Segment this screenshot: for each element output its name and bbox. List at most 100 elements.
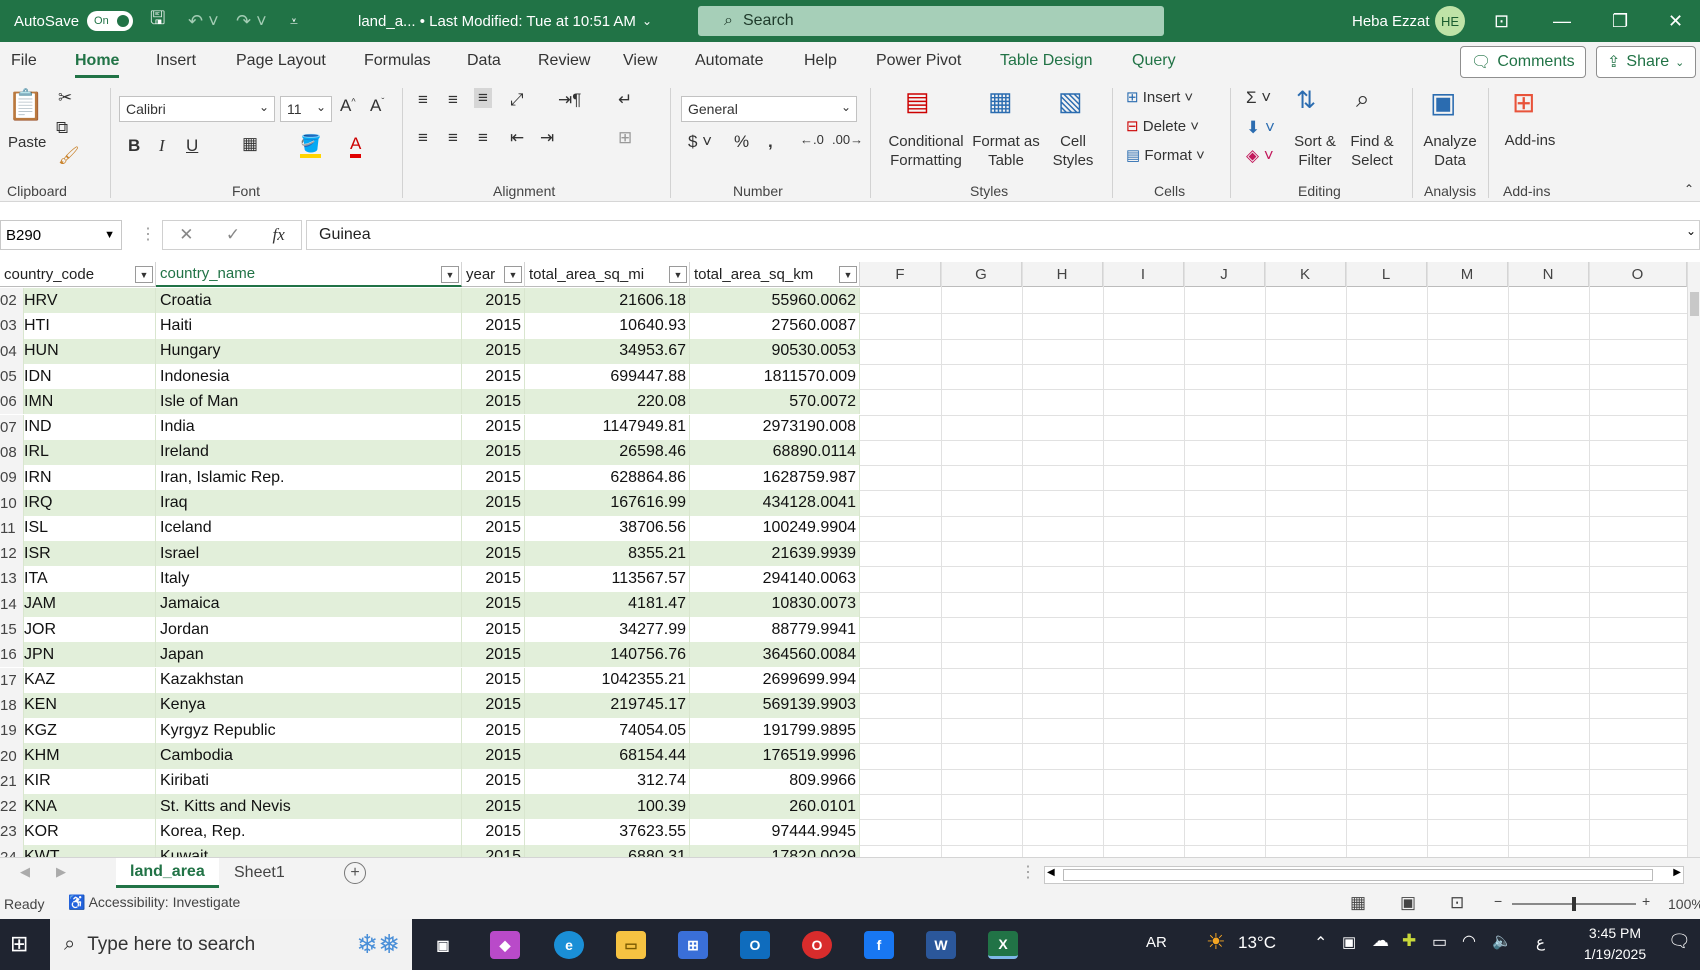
- weather-icon[interactable]: ☀: [1206, 929, 1226, 955]
- excel-icon[interactable]: X: [988, 931, 1018, 959]
- avatar[interactable]: HE: [1435, 6, 1465, 36]
- cell-mi[interactable]: 26598.46: [525, 439, 690, 466]
- tab-automate[interactable]: Automate: [695, 52, 763, 78]
- vertical-scroll-thumb[interactable]: [1690, 292, 1699, 316]
- cell-code[interactable]: HRV: [24, 288, 156, 314]
- tab-review[interactable]: Review: [538, 52, 590, 78]
- table-row[interactable]: 24KWTKuwait20156880.3117820.0029: [0, 844, 860, 857]
- format-as-table-button[interactable]: Format as Table: [970, 132, 1042, 170]
- cell-code[interactable]: KEN: [24, 692, 156, 719]
- cell-code[interactable]: KAZ: [24, 667, 156, 693]
- cell-year[interactable]: 2015: [462, 819, 525, 845]
- row-header[interactable]: 19: [0, 718, 24, 744]
- cell-code[interactable]: IRQ: [24, 490, 156, 516]
- zoom-in-icon[interactable]: +: [1642, 893, 1650, 909]
- copy-icon[interactable]: ⧉: [56, 118, 68, 138]
- increase-indent-icon[interactable]: ⇥: [540, 128, 554, 148]
- cell-name[interactable]: Korea, Rep.: [156, 819, 462, 845]
- cell-km[interactable]: 2699699.994: [690, 667, 860, 693]
- cell-mi[interactable]: 10640.93: [525, 313, 690, 339]
- file-title[interactable]: land_a... • Last Modified: Tue at 10:51 …: [358, 0, 652, 42]
- table-row[interactable]: 16 JPN Japan 2015 140756.76 364560.0084: [0, 642, 860, 668]
- cell-km[interactable]: 434128.0041: [690, 490, 860, 516]
- outlook-icon[interactable]: O: [740, 931, 770, 959]
- cell-mi[interactable]: 6880.31: [525, 844, 690, 857]
- table-row[interactable]: 13 ITA Italy 2015 113567.57 294140.0063: [0, 566, 860, 592]
- align-top-icon[interactable]: ≡: [418, 90, 428, 110]
- column-header-g[interactable]: G: [941, 262, 1022, 287]
- battery-icon[interactable]: ▭: [1432, 932, 1447, 952]
- cell-code[interactable]: JOR: [24, 616, 156, 643]
- sort-filter-button[interactable]: Sort & Filter: [1290, 132, 1340, 170]
- decrease-font-icon[interactable]: Aˇ: [370, 96, 384, 116]
- cell-mi[interactable]: 34953.67: [525, 338, 690, 364]
- file-explorer-icon[interactable]: ▭: [616, 931, 646, 959]
- filter-dropdown-icon[interactable]: ▼: [441, 266, 459, 283]
- cell-year[interactable]: 2015: [462, 541, 525, 567]
- cell-year[interactable]: 2015: [462, 718, 525, 744]
- filter-dropdown-icon[interactable]: ▼: [135, 266, 153, 283]
- cell-km[interactable]: 570.0072: [690, 389, 860, 415]
- cell-name[interactable]: Isle of Man: [156, 389, 462, 415]
- table-row[interactable]: 02 HRV Croatia 2015 21606.18 55960.0062: [0, 288, 860, 314]
- cell-year[interactable]: 2015: [462, 844, 525, 857]
- row-header[interactable]: 04: [0, 338, 24, 364]
- font-size-dropdown[interactable]: 11 ⌄: [280, 96, 332, 122]
- tab-home[interactable]: Home: [75, 52, 120, 78]
- insert-cells-button[interactable]: ⊞ Insert ˅: [1126, 88, 1193, 106]
- tab-power-pivot[interactable]: Power Pivot: [876, 52, 961, 78]
- autosave[interactable]: AutoSave On: [14, 0, 134, 42]
- cell-mi[interactable]: 219745.17: [525, 692, 690, 719]
- cell-code[interactable]: IDN: [24, 363, 156, 390]
- row-header[interactable]: 07: [0, 414, 24, 440]
- store-icon[interactable]: ⊞: [678, 931, 708, 959]
- cell-year[interactable]: 2015: [462, 363, 525, 390]
- row-header[interactable]: 17: [0, 667, 24, 693]
- cell-km[interactable]: 21639.9939: [690, 541, 860, 567]
- add-sheet-icon[interactable]: +: [344, 862, 366, 884]
- tab-insert[interactable]: Insert: [156, 52, 196, 78]
- accessibility-status[interactable]: ♿ Accessibility: Investigate: [68, 894, 240, 911]
- worksheet-grid[interactable]: country_code ▼ country_name ▼ year ▼ tot…: [0, 262, 1700, 857]
- align-left-icon[interactable]: ≡: [418, 128, 428, 148]
- column-header-k[interactable]: K: [1265, 262, 1346, 287]
- table-row[interactable]: 11 ISL Iceland 2015 38706.56 100249.9904: [0, 515, 860, 541]
- tab-query[interactable]: Query: [1132, 52, 1176, 78]
- align-bottom-icon[interactable]: ≡: [474, 88, 492, 108]
- cell-km[interactable]: 176519.9996: [690, 743, 860, 769]
- wrap-text-icon[interactable]: ↵: [618, 90, 632, 110]
- table-row[interactable]: 15 JOR Jordan 2015 34277.99 88779.9941: [0, 616, 860, 643]
- cell-name[interactable]: Israel: [156, 541, 462, 567]
- table-row[interactable]: 21 KIR Kiribati 2015 312.74 809.9966: [0, 768, 860, 794]
- user-name[interactable]: Heba Ezzat: [1352, 0, 1430, 42]
- cell-mi[interactable]: 220.08: [525, 389, 690, 415]
- table-row[interactable]: 03 HTI Haiti 2015 10640.93 27560.0087: [0, 313, 860, 339]
- row-header[interactable]: 18: [0, 692, 24, 719]
- expand-formula-icon[interactable]: ⌄: [1686, 224, 1696, 238]
- cell-code[interactable]: HTI: [24, 313, 156, 339]
- cell-name[interactable]: Iraq: [156, 490, 462, 516]
- cell-name[interactable]: India: [156, 414, 462, 440]
- cell-km[interactable]: 100249.9904: [690, 515, 860, 541]
- tab-page-layout[interactable]: Page Layout: [236, 52, 326, 78]
- table-row[interactable]: 18 KEN Kenya 2015 219745.17 569139.9903: [0, 692, 860, 719]
- borders-icon[interactable]: ▦: [242, 134, 258, 154]
- cell-year[interactable]: 2015: [462, 439, 525, 466]
- header-country-name[interactable]: country_name ▼: [156, 262, 462, 287]
- copilot-icon[interactable]: ◆: [490, 931, 520, 959]
- conditional-formatting-button[interactable]: Conditional Formatting: [884, 132, 968, 170]
- notifications-icon[interactable]: 🗨: [1668, 931, 1691, 952]
- windows-start-icon[interactable]: ⊞: [10, 931, 28, 957]
- cell-km[interactable]: 1628759.987: [690, 465, 860, 491]
- row-header[interactable]: 20: [0, 743, 24, 769]
- cell-year[interactable]: 2015: [462, 642, 525, 668]
- column-header-j[interactable]: J: [1184, 262, 1265, 287]
- cell-year[interactable]: 2015: [462, 566, 525, 592]
- cell-mi[interactable]: 699447.88: [525, 363, 690, 390]
- cell-mi[interactable]: 37623.55: [525, 819, 690, 845]
- vertical-scrollbar[interactable]: [1687, 262, 1700, 857]
- cell-km[interactable]: 17820.0029: [690, 844, 860, 857]
- cell-code[interactable]: KWT: [24, 844, 156, 857]
- font-color-icon[interactable]: A: [350, 134, 362, 158]
- cell-year[interactable]: 2015: [462, 338, 525, 364]
